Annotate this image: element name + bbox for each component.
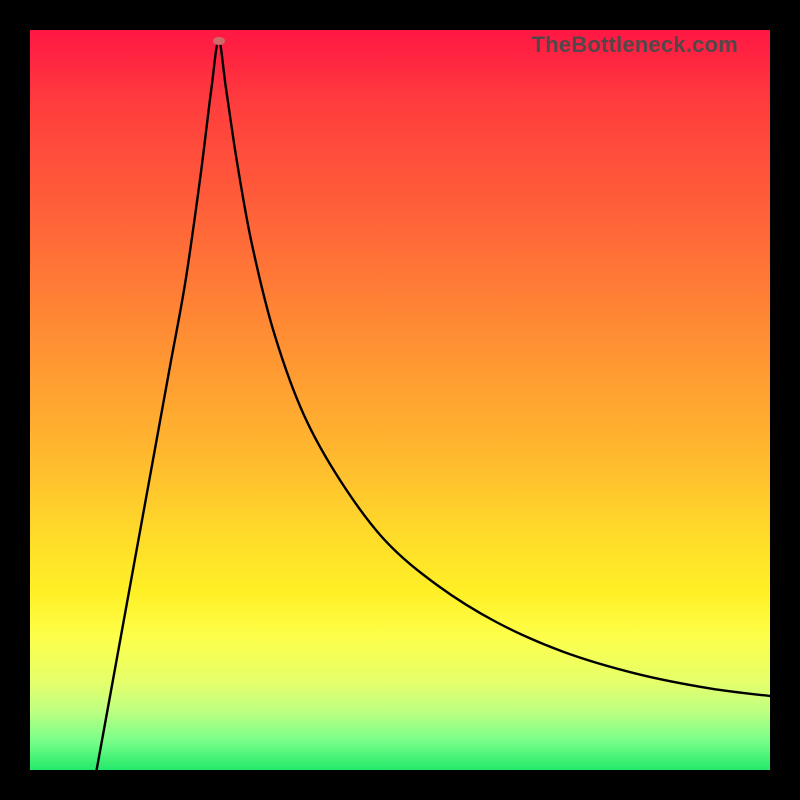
- minimum-marker: [213, 37, 225, 45]
- watermark-text: TheBottleneck.com: [532, 32, 738, 58]
- chart-curve-svg: [30, 30, 770, 770]
- chart-plot-area: TheBottleneck.com: [30, 30, 770, 770]
- curve-path: [97, 41, 770, 770]
- chart-frame: TheBottleneck.com: [0, 0, 800, 800]
